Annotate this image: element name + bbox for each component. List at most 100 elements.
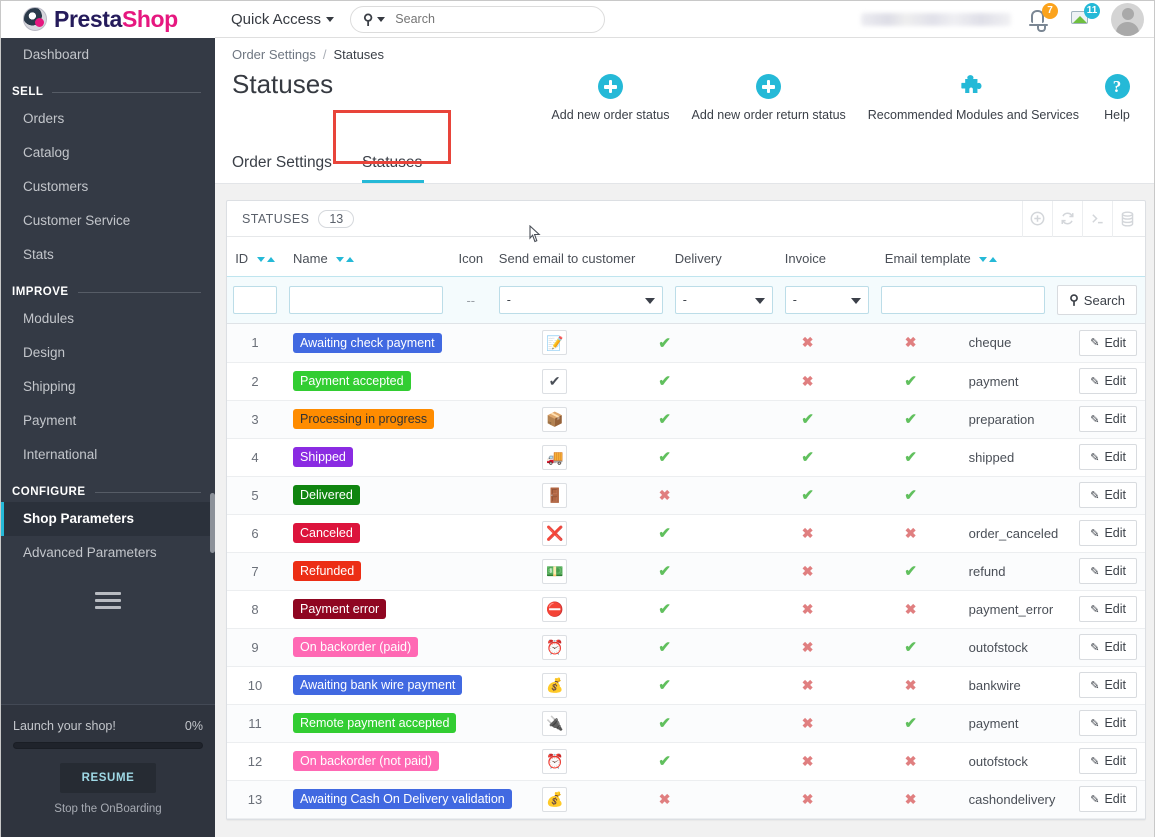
sort-desc-icon[interactable] [979, 257, 988, 262]
table-row[interactable]: 7 Refunded 💵 ✔ ✖ ✔ refund ✎ Edit [227, 552, 1145, 590]
filter-email-template-input[interactable] [880, 286, 1046, 314]
edit-button[interactable]: ✎ Edit [1079, 558, 1137, 584]
edit-button[interactable]: ✎ Edit [1079, 329, 1137, 356]
edit-button[interactable]: ✎ Edit [1079, 634, 1137, 660]
terminal-icon[interactable] [1082, 200, 1112, 237]
add-new-order-status-button[interactable]: Add new order status [540, 74, 680, 122]
sidebar-item-orders[interactable]: Orders [1, 102, 215, 136]
table-cell-icon: ⏰ [533, 628, 577, 666]
sidebar-item-advanced-parameters[interactable]: Advanced Parameters [1, 536, 215, 570]
sidebar-item-shipping[interactable]: Shipping [1, 370, 215, 404]
tab-statuses[interactable]: Statuses [346, 154, 440, 183]
table-row[interactable]: 9 On backorder (paid) ⏰ ✔ ✖ ✔ outofstock ✎ Edit [227, 628, 1145, 666]
search-input[interactable] [389, 12, 593, 26]
tab-order-settings[interactable]: Order Settings [232, 154, 346, 183]
table-row[interactable]: 8 Payment error ⛔ ✔ ✖ ✖ payment_error ✎ Edit [227, 590, 1145, 628]
edit-button[interactable]: ✎ Edit [1079, 482, 1137, 508]
onboarding-resume-button[interactable]: RESUME [60, 763, 156, 793]
sidebar-section-configure-label: CONFIGURE [12, 486, 86, 498]
edit-button[interactable]: ✎ Edit [1079, 786, 1137, 812]
check-icon: ✔ [904, 411, 917, 428]
quick-access-menu[interactable]: Quick Access [231, 11, 335, 28]
sort-asc-icon[interactable] [346, 257, 355, 262]
user-avatar-icon[interactable] [1111, 2, 1144, 36]
hamburger-line [95, 599, 121, 602]
table-cell-delivery: ✔ [753, 400, 863, 438]
pencil-icon: ✎ [1090, 755, 1100, 768]
edit-button[interactable]: ✎ Edit [1079, 520, 1137, 546]
sort-desc-icon[interactable] [336, 257, 345, 262]
sidebar-item-payment[interactable]: Payment [1, 404, 215, 438]
table-cell-delivery: ✖ [753, 704, 863, 742]
divider [77, 291, 201, 293]
pencil-icon: ✎ [1090, 337, 1100, 350]
filter-send-email-select[interactable]: - [498, 286, 663, 314]
refresh-icon[interactable] [1052, 200, 1082, 237]
brand-logo[interactable]: PrestaShop [1, 0, 215, 38]
table-row[interactable]: 11 Remote payment accepted 🔌 ✔ ✖ ✔ payment ✎ Edi… [227, 704, 1145, 742]
sort-desc-icon[interactable] [256, 257, 265, 262]
filter-id-input[interactable] [233, 286, 277, 314]
add-new-order-return-status-button[interactable]: Add new order return status [681, 74, 857, 122]
sidebar-scrollbar[interactable] [210, 493, 215, 553]
breadcrumb-parent[interactable]: Order Settings [232, 47, 316, 62]
table-row[interactable]: 3 Processing in progress 📦 ✔ ✔ ✔ preparation ✎ E… [227, 400, 1145, 438]
cross-icon: ✖ [801, 790, 814, 807]
sort-asc-icon[interactable] [266, 257, 275, 262]
table-cell-delivery: ✖ [753, 742, 863, 780]
sort-arrows-id[interactable] [256, 257, 275, 262]
check-icon: ✔ [801, 449, 814, 466]
table-cell-name: Refunded [283, 552, 533, 590]
filter-name-input[interactable] [289, 286, 443, 314]
sidebar-item-shop-parameters[interactable]: Shop Parameters [1, 502, 215, 536]
notifications-bell-button[interactable]: 7 [1027, 3, 1058, 32]
edit-button[interactable]: ✎ Edit [1079, 710, 1137, 736]
column-header-id[interactable]: ID [227, 237, 283, 277]
sidebar-item-catalog[interactable]: Catalog [1, 136, 215, 170]
sidebar-item-international[interactable]: International [1, 438, 215, 472]
search-scope-chevron-down-icon[interactable] [377, 16, 386, 22]
sidebar-item-stats[interactable]: Stats [1, 238, 215, 272]
edit-button[interactable]: ✎ Edit [1079, 444, 1137, 470]
help-button[interactable]: ? Help [1090, 74, 1144, 122]
table-cell-id: 3 [251, 411, 259, 427]
column-header-name[interactable]: Name [283, 237, 449, 277]
table-row[interactable]: 6 Canceled ❌ ✔ ✖ ✖ order_canceled ✎ Edit [227, 514, 1145, 552]
search-button[interactable]: ⚲ Search [1057, 285, 1137, 315]
filter-delivery-select[interactable]: - [674, 286, 773, 314]
sidebar-item-customers[interactable]: Customers [1, 170, 215, 204]
edit-button[interactable]: ✎ Edit [1079, 672, 1137, 698]
table-cell-invoice: ✔ [863, 438, 959, 476]
table-row[interactable]: 4 Shipped 🚚 ✔ ✔ ✔ shipped ✎ Edit [227, 438, 1145, 476]
sidebar-item-design[interactable]: Design [1, 336, 215, 370]
global-search-box[interactable]: ⚲ [350, 5, 606, 33]
orders-notifications-button[interactable]: 11 [1069, 3, 1100, 32]
onboarding-stop-link[interactable]: Stop the OnBoarding [13, 803, 203, 815]
table-row[interactable]: 5 Delivered 🚪 ✖ ✔ ✔ ✎ Edit [227, 476, 1145, 514]
sidebar-item-customer-service[interactable]: Customer Service [1, 204, 215, 238]
column-header-email-template[interactable]: Email template [875, 237, 1051, 277]
hamburger-menu-icon[interactable] [95, 592, 121, 609]
edit-button[interactable]: ✎ Edit [1079, 748, 1137, 774]
recommended-modules-button[interactable]: Recommended Modules and Services [857, 74, 1090, 122]
edit-button[interactable]: ✎ Edit [1079, 406, 1137, 432]
edit-button[interactable]: ✎ Edit [1079, 596, 1137, 622]
edit-button[interactable]: ✎ Edit [1079, 368, 1137, 394]
onboarding-percent: 0% [184, 719, 203, 733]
table-row[interactable]: 2 Payment accepted ✔ ✔ ✖ ✔ payment ✎ Edit [227, 362, 1145, 400]
pencil-icon: ✎ [1090, 413, 1100, 426]
sort-arrows-name[interactable] [336, 257, 355, 262]
table-row[interactable]: 12 On backorder (not paid) ⏰ ✔ ✖ ✖ outofstock ✎… [227, 742, 1145, 780]
database-icon[interactable] [1112, 200, 1142, 237]
sort-arrows-email-template[interactable] [979, 257, 998, 262]
table-row[interactable]: 10 Awaiting bank wire payment 💰 ✔ ✖ ✖ bankwire… [227, 666, 1145, 704]
table-row[interactable]: 1 Awaiting check payment 📝 ✔ ✖ ✖ cheque ✎ Edit [227, 324, 1145, 362]
edit-button-label: Edit [1104, 678, 1126, 692]
add-circle-icon[interactable] [1022, 200, 1052, 237]
sidebar-item-dashboard[interactable]: Dashboard [1, 38, 215, 72]
edit-button-label: Edit [1104, 716, 1126, 730]
sidebar-item-modules[interactable]: Modules [1, 302, 215, 336]
table-row[interactable]: 13 Awaiting Cash On Delivery validation 💰 ✖… [227, 780, 1145, 818]
sort-asc-icon[interactable] [989, 257, 998, 262]
filter-invoice-select[interactable]: - [784, 286, 869, 314]
